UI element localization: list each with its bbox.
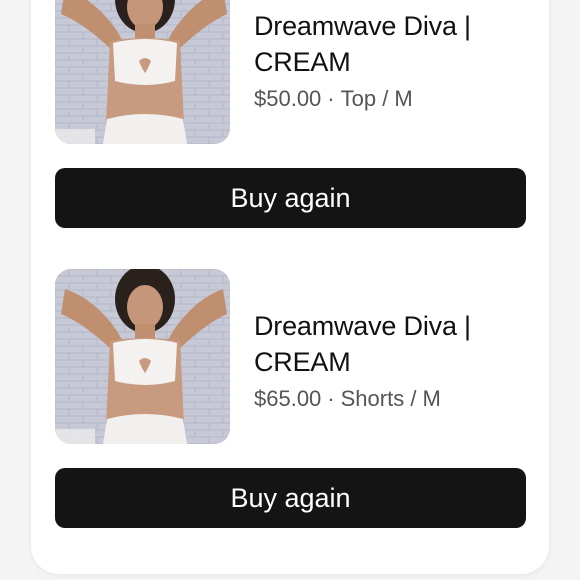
product-variant: Top / M — [340, 86, 413, 111]
order-info: Dreamwave Diva | CREAM $50.00 · Top / M — [254, 8, 534, 114]
product-image[interactable] — [55, 269, 230, 444]
product-title[interactable]: Dreamwave Diva | CREAM — [254, 8, 534, 80]
buy-again-button[interactable]: Buy again — [55, 468, 526, 528]
product-photo-icon — [55, 269, 230, 444]
product-image[interactable] — [55, 0, 230, 144]
product-photo-icon — [55, 0, 230, 144]
product-meta: $65.00 · Shorts / M — [254, 384, 534, 414]
product-price: $65.00 — [254, 386, 322, 411]
product-variant: Shorts / M — [340, 386, 441, 411]
product-price: $50.00 — [254, 86, 322, 111]
buy-again-button[interactable]: Buy again — [55, 168, 526, 228]
orders-page: Dreamwave Diva | CREAM $50.00 · Top / M Bu… — [0, 0, 580, 580]
product-title[interactable]: Dreamwave Diva | CREAM — [254, 308, 534, 380]
order-info: Dreamwave Diva | CREAM $65.00 · Shorts / M — [254, 308, 534, 414]
product-meta: $50.00 · Top / M — [254, 84, 534, 114]
meta-separator: · — [327, 86, 335, 111]
order-item: Dreamwave Diva | CREAM $50.00 · Top / M — [55, 0, 527, 144]
meta-separator: · — [327, 386, 335, 411]
order-item: Dreamwave Diva | CREAM $65.00 · Shorts / M — [55, 269, 527, 444]
